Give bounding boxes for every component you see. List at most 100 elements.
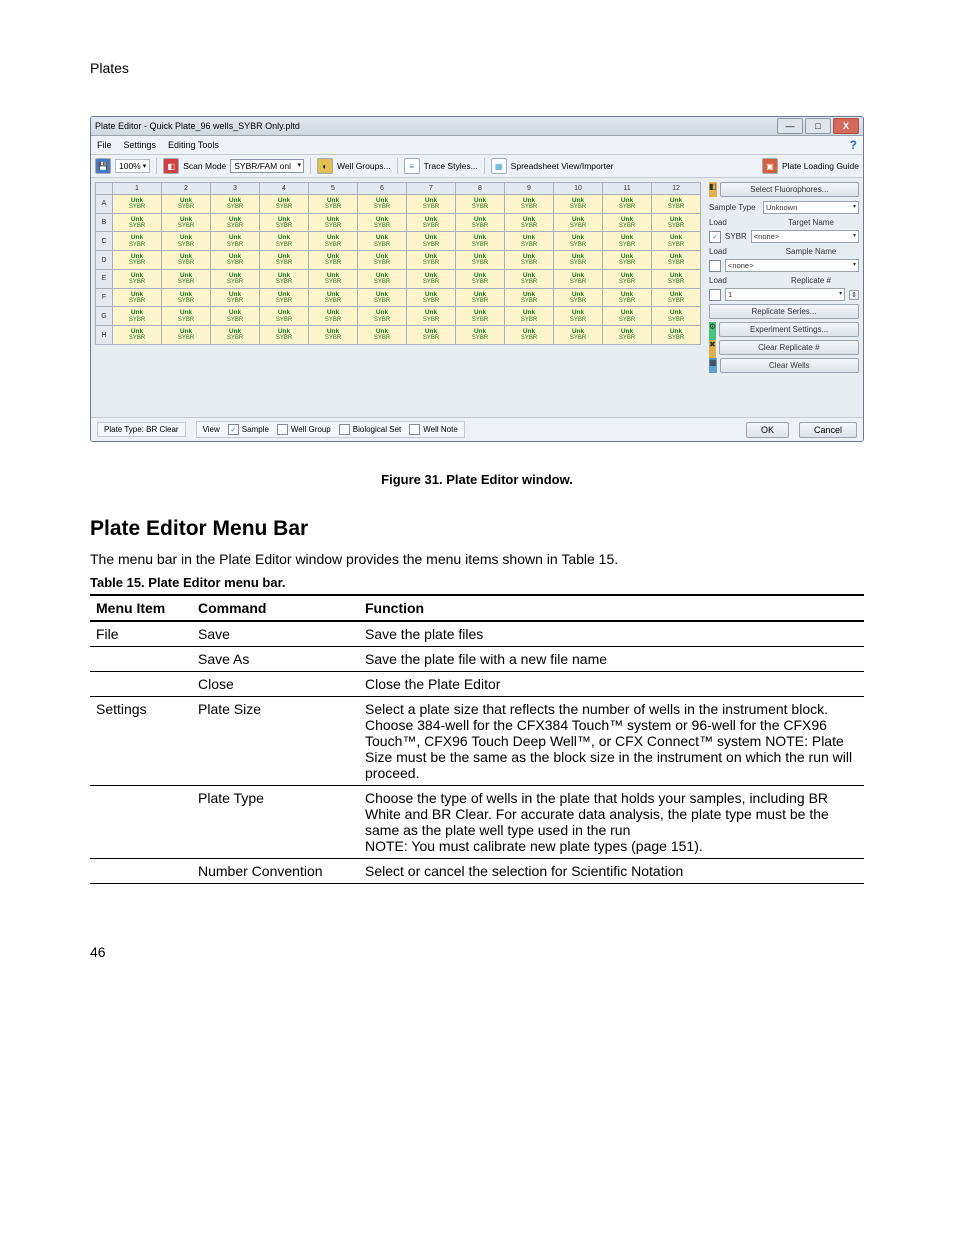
- well-cell[interactable]: UnkSYBR: [162, 232, 211, 251]
- target-name-dropdown[interactable]: <none>: [751, 230, 859, 243]
- well-cell[interactable]: UnkSYBR: [505, 195, 554, 214]
- well-cell[interactable]: UnkSYBR: [407, 195, 456, 214]
- well-cell[interactable]: UnkSYBR: [113, 269, 162, 288]
- experiment-settings-button[interactable]: Experiment Settings...: [719, 322, 859, 337]
- well-cell[interactable]: UnkSYBR: [407, 251, 456, 270]
- replicate-checkbox[interactable]: [709, 289, 721, 301]
- view-well-note-checkbox[interactable]: [409, 424, 420, 435]
- maximize-icon[interactable]: □: [805, 118, 831, 134]
- replicate-stepper[interactable]: 1: [725, 288, 845, 301]
- sample-name-checkbox[interactable]: [709, 260, 721, 272]
- cancel-button[interactable]: Cancel: [799, 422, 857, 438]
- well-cell[interactable]: UnkSYBR: [505, 251, 554, 270]
- plate-loading-guide-button[interactable]: Plate Loading Guide: [782, 161, 859, 171]
- plate-grid[interactable]: 123456789101112AUnkSYBRUnkSYBRUnkSYBRUnk…: [91, 178, 705, 349]
- stepper-icon[interactable]: ⇕: [849, 290, 859, 300]
- col-header[interactable]: 6: [358, 183, 407, 195]
- ok-button[interactable]: OK: [746, 422, 789, 438]
- menu-editing-tools[interactable]: Editing Tools: [168, 140, 219, 150]
- well-cell[interactable]: UnkSYBR: [309, 307, 358, 326]
- clear-replicate-button[interactable]: Clear Replicate #: [719, 340, 859, 355]
- menu-file[interactable]: File: [97, 140, 112, 150]
- well-cell[interactable]: UnkSYBR: [407, 288, 456, 307]
- row-header[interactable]: D: [96, 251, 113, 270]
- minimize-icon[interactable]: —: [777, 118, 803, 134]
- well-cell[interactable]: UnkSYBR: [652, 213, 701, 232]
- col-header[interactable]: 1: [113, 183, 162, 195]
- well-cell[interactable]: UnkSYBR: [456, 232, 505, 251]
- well-cell[interactable]: UnkSYBR: [113, 288, 162, 307]
- well-cell[interactable]: UnkSYBR: [358, 195, 407, 214]
- well-cell[interactable]: UnkSYBR: [407, 269, 456, 288]
- close-icon[interactable]: X: [833, 118, 859, 134]
- help-icon[interactable]: ?: [850, 138, 857, 152]
- well-cell[interactable]: UnkSYBR: [309, 232, 358, 251]
- well-cell[interactable]: UnkSYBR: [603, 288, 652, 307]
- col-header[interactable]: 10: [554, 183, 603, 195]
- well-cell[interactable]: UnkSYBR: [358, 232, 407, 251]
- well-cell[interactable]: UnkSYBR: [309, 288, 358, 307]
- well-cell[interactable]: UnkSYBR: [260, 213, 309, 232]
- well-cell[interactable]: UnkSYBR: [456, 269, 505, 288]
- well-cell[interactable]: UnkSYBR: [554, 195, 603, 214]
- zoom-dropdown[interactable]: 100%▾: [115, 159, 150, 173]
- well-cell[interactable]: UnkSYBR: [554, 269, 603, 288]
- well-cell[interactable]: UnkSYBR: [260, 251, 309, 270]
- well-cell[interactable]: UnkSYBR: [456, 195, 505, 214]
- well-cell[interactable]: UnkSYBR: [456, 288, 505, 307]
- well-cell[interactable]: UnkSYBR: [309, 213, 358, 232]
- well-cell[interactable]: UnkSYBR: [554, 326, 603, 345]
- well-cell[interactable]: UnkSYBR: [456, 326, 505, 345]
- col-header[interactable]: 8: [456, 183, 505, 195]
- well-cell[interactable]: UnkSYBR: [603, 213, 652, 232]
- well-cell[interactable]: UnkSYBR: [456, 307, 505, 326]
- well-cell[interactable]: UnkSYBR: [554, 232, 603, 251]
- well-cell[interactable]: UnkSYBR: [162, 251, 211, 270]
- well-cell[interactable]: UnkSYBR: [162, 288, 211, 307]
- well-cell[interactable]: UnkSYBR: [162, 307, 211, 326]
- well-cell[interactable]: UnkSYBR: [505, 326, 554, 345]
- col-header[interactable]: 4: [260, 183, 309, 195]
- view-well-group-checkbox[interactable]: [277, 424, 288, 435]
- well-cell[interactable]: UnkSYBR: [211, 326, 260, 345]
- well-cell[interactable]: UnkSYBR: [505, 288, 554, 307]
- col-header[interactable]: 5: [309, 183, 358, 195]
- well-cell[interactable]: UnkSYBR: [309, 195, 358, 214]
- well-cell[interactable]: UnkSYBR: [211, 213, 260, 232]
- view-sample-checkbox[interactable]: ✓: [228, 424, 239, 435]
- well-cell[interactable]: UnkSYBR: [260, 269, 309, 288]
- well-cell[interactable]: UnkSYBR: [456, 251, 505, 270]
- well-cell[interactable]: UnkSYBR: [260, 288, 309, 307]
- well-cell[interactable]: UnkSYBR: [505, 232, 554, 251]
- sybr-checkbox[interactable]: ✓: [709, 231, 721, 243]
- well-cell[interactable]: UnkSYBR: [652, 269, 701, 288]
- col-header[interactable]: 7: [407, 183, 456, 195]
- well-cell[interactable]: UnkSYBR: [162, 269, 211, 288]
- row-header[interactable]: C: [96, 232, 113, 251]
- well-cell[interactable]: UnkSYBR: [113, 307, 162, 326]
- well-cell[interactable]: UnkSYBR: [162, 213, 211, 232]
- row-header[interactable]: A: [96, 195, 113, 214]
- well-cell[interactable]: UnkSYBR: [456, 213, 505, 232]
- save-icon[interactable]: 💾: [95, 158, 111, 174]
- well-cell[interactable]: UnkSYBR: [603, 251, 652, 270]
- well-cell[interactable]: UnkSYBR: [358, 213, 407, 232]
- well-groups-button[interactable]: Well Groups...: [337, 161, 391, 171]
- well-cell[interactable]: UnkSYBR: [358, 269, 407, 288]
- well-cell[interactable]: UnkSYBR: [554, 251, 603, 270]
- well-cell[interactable]: UnkSYBR: [603, 326, 652, 345]
- view-bio-set-checkbox[interactable]: [339, 424, 350, 435]
- select-fluorophores-button[interactable]: Select Fluorophores...: [720, 182, 859, 197]
- well-cell[interactable]: UnkSYBR: [358, 307, 407, 326]
- well-cell[interactable]: UnkSYBR: [211, 269, 260, 288]
- well-cell[interactable]: UnkSYBR: [211, 307, 260, 326]
- well-cell[interactable]: UnkSYBR: [407, 213, 456, 232]
- row-header[interactable]: G: [96, 307, 113, 326]
- sample-type-dropdown[interactable]: Unknown: [763, 201, 859, 214]
- col-header[interactable]: 11: [603, 183, 652, 195]
- well-cell[interactable]: UnkSYBR: [260, 307, 309, 326]
- well-cell[interactable]: UnkSYBR: [603, 232, 652, 251]
- well-cell[interactable]: UnkSYBR: [652, 251, 701, 270]
- scan-mode-dropdown[interactable]: SYBR/FAM onl: [230, 159, 304, 173]
- well-cell[interactable]: UnkSYBR: [211, 195, 260, 214]
